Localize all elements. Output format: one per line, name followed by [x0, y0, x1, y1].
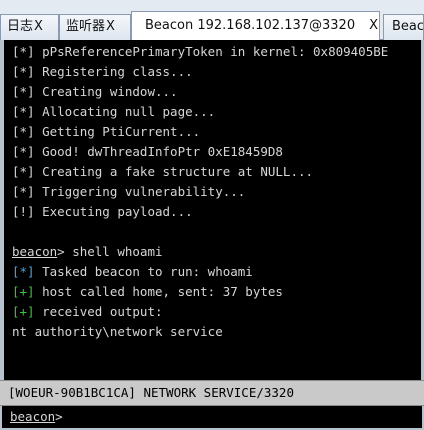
console-line: [*] Registering class...	[12, 64, 193, 79]
prompt-word: beacon	[12, 244, 58, 259]
command-input-line[interactable]: beacon>	[0, 406, 424, 430]
console-line: [*] pPsReferencePrimaryToken in kernel: …	[12, 44, 389, 59]
console-line: [+] host called home, sent: 37 bytes	[12, 284, 283, 299]
tab-listeners-close-icon[interactable]: X	[106, 15, 115, 39]
console-line: [*] Triggering vulnerability...	[12, 184, 246, 199]
tab-bar: 日志X 监听器X Beacon 192.168.102.137@3320 X Be…	[0, 0, 424, 41]
console-line: [*] Allocating null page...	[12, 104, 216, 119]
console-line: [+] received output:	[12, 304, 163, 319]
command-input[interactable]	[80, 408, 414, 428]
beacon-status-bar: [WOEUR-90B1BC1CA] NETWORK SERVICE/3320	[0, 380, 424, 406]
console-line: [*] Getting PtiCurrent...	[12, 124, 201, 139]
tab-beacon-close-icon[interactable]: X	[369, 12, 378, 40]
tab-listeners[interactable]: 监听器X	[59, 14, 131, 40]
console-line: [*] Creating window...	[12, 84, 178, 99]
tab-beacon-2-label: Beacon	[392, 19, 424, 34]
command-output: nt authority\network service	[12, 324, 223, 339]
tab-log-label: 日志	[7, 19, 34, 34]
tab-listeners-label: 监听器	[66, 19, 106, 34]
console-line: [*] Tasked beacon to run: whoami	[12, 264, 253, 279]
tab-beacon-active[interactable]: Beacon 192.168.102.137@3320 X	[131, 11, 380, 41]
command-prompt-line: beacon> shell whoami	[12, 244, 163, 259]
beacon-console[interactable]: [*] pPsReferencePrimaryToken in kernel: …	[0, 40, 424, 380]
input-prompt-symbol: >	[55, 409, 63, 424]
tab-beacon-label: Beacon 192.168.102.137@3320	[145, 18, 356, 33]
console-line: [*] Creating a fake structure at NULL...	[12, 164, 314, 179]
console-line: [!] Executing payload...	[12, 204, 193, 219]
tab-log[interactable]: 日志X	[0, 14, 59, 40]
tab-beacon-2[interactable]: Beacon	[383, 14, 424, 40]
tab-log-close-icon[interactable]: X	[34, 15, 43, 39]
console-line: [*] Good! dwThreadInfoPtr 0xE18459D8	[12, 144, 283, 159]
input-prompt-word: beacon	[10, 409, 56, 424]
